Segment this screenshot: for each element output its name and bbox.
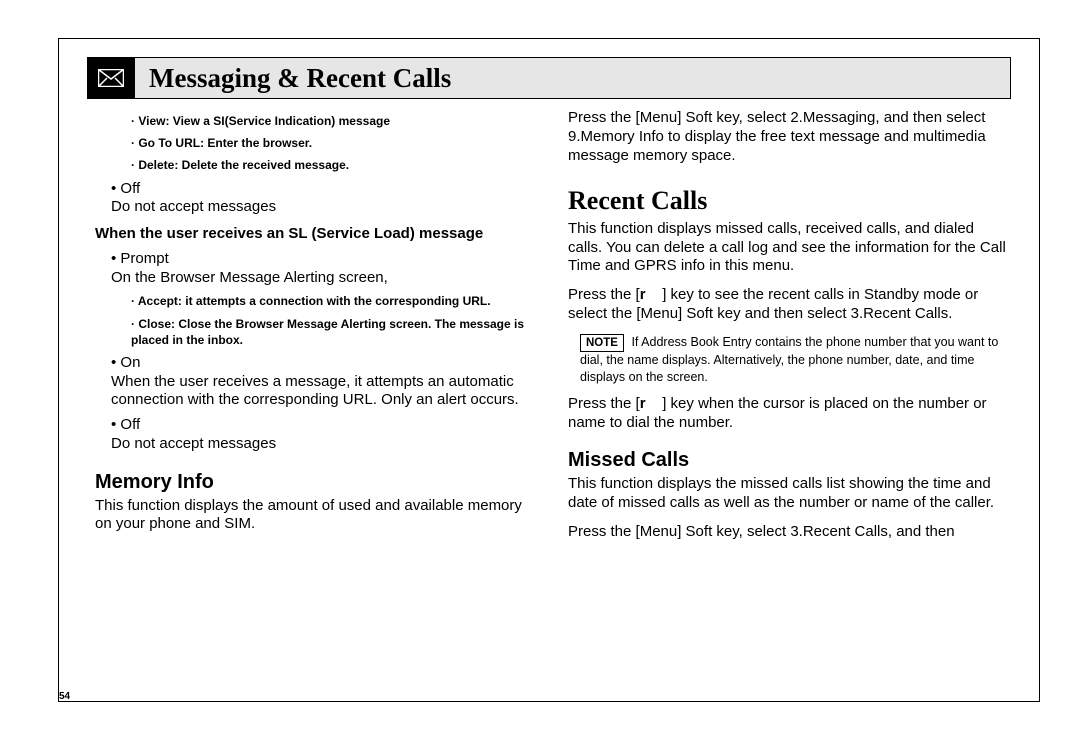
sub-bullet: · View: View a SI(Service Indication) me… <box>131 113 536 129</box>
sub-bullet: · Close: Close the Browser Message Alert… <box>131 316 536 348</box>
body-text: Press the [r ] key to see the recent cal… <box>568 286 1011 324</box>
section-title: Messaging & Recent Calls <box>135 63 451 94</box>
page-number: 54 <box>59 691 70 704</box>
sub-bullet: · Delete: Delete the received message. <box>131 157 536 173</box>
bullet-body: When the user receives a message, it att… <box>111 373 536 411</box>
note-label: NOTE <box>580 334 624 353</box>
content-columns: · View: View a SI(Service Indication) me… <box>87 107 1011 542</box>
bullet-on: • On <box>111 354 536 373</box>
bullet-off: • Off <box>111 180 536 199</box>
bullet-body: Do not accept messages <box>111 198 536 217</box>
left-column: · View: View a SI(Service Indication) me… <box>87 107 536 542</box>
note-body: If Address Book Entry contains the phone… <box>580 335 998 384</box>
heading-recent-calls: Recent Calls <box>568 185 1011 218</box>
sub-bullet: · Go To URL: Enter the browser. <box>131 135 536 151</box>
body-text: This function displays missed calls, rec… <box>568 220 1011 276</box>
body-text: This function displays the missed calls … <box>568 475 1011 513</box>
body-text: Press the [Menu] Soft key, select 2.Mess… <box>568 109 1011 165</box>
text: Press the [ <box>568 395 640 412</box>
sub-bullet: · Accept: it attempts a connection with … <box>131 293 536 309</box>
bullet-prompt: • Prompt <box>111 250 536 269</box>
page-frame: Messaging & Recent Calls · View: View a … <box>58 38 1040 702</box>
section-header: Messaging & Recent Calls <box>87 57 1011 99</box>
heading-memory-info: Memory Info <box>95 470 536 495</box>
envelope-icon <box>87 57 135 99</box>
note-box: NOTE If Address Book Entry contains the … <box>580 334 1011 385</box>
body-text: Press the [Menu] Soft key, select 3.Rece… <box>568 523 1011 542</box>
bullet-off: • Off <box>111 416 536 435</box>
heading-missed-calls: Missed Calls <box>568 448 1011 473</box>
bullet-body: Do not accept messages <box>111 435 536 454</box>
right-column: Press the [Menu] Soft key, select 2.Mess… <box>562 107 1011 542</box>
text: Press the [ <box>568 286 640 303</box>
bullet-body: On the Browser Message Alerting screen, <box>111 269 536 288</box>
body-text: Press the [r ] key when the cursor is pl… <box>568 395 1011 433</box>
bold-heading-sl: When the user receives an SL (Service Lo… <box>95 225 536 244</box>
body-text: This function displays the amount of use… <box>95 497 536 535</box>
